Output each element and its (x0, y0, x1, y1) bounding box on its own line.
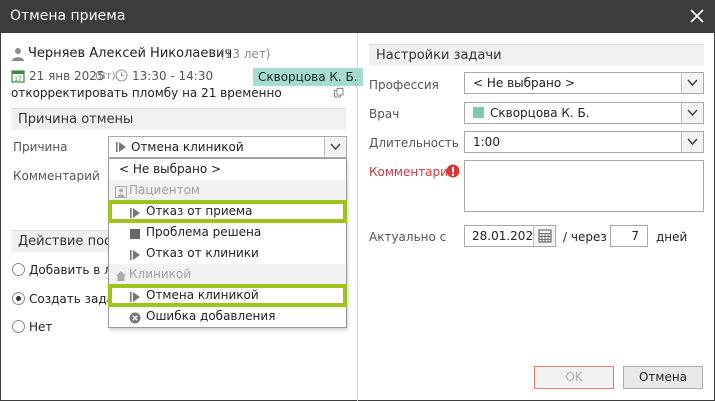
profession-label: Профессия (369, 78, 439, 92)
duration-label: Длительность (369, 136, 459, 150)
dropdown-item-solved[interactable]: Проблема решена (109, 222, 346, 243)
profession-value: < Не выбрано > (473, 76, 576, 90)
dropdown-item-solved-label: Проблема решена (146, 225, 262, 239)
dropdown-item-add-error-label: Ошибка добавления (146, 309, 276, 323)
cancel-section-header: Причина отмены (11, 108, 346, 130)
chevron-down-icon[interactable] (681, 103, 703, 123)
ok-button[interactable]: OK (534, 366, 614, 389)
calendar-picker-icon[interactable] (533, 226, 555, 246)
days-label: дней (656, 230, 688, 244)
title-bar: Отмена приема (0, 0, 715, 33)
radio-none[interactable] (12, 320, 25, 333)
after-days-input[interactable]: 7 (610, 225, 648, 247)
dropdown-item-clinic-refuse[interactable]: Отказ от клиники (109, 243, 346, 264)
clock-icon (115, 69, 128, 85)
panel-divider (357, 33, 358, 401)
comment-label: Комментарий (13, 169, 100, 183)
appointment-note: откорректировать пломбу на 21 временно (11, 86, 282, 100)
dropdown-group-patient: Пациентом (109, 180, 346, 201)
dropdown-item-clinic-refuse-label: Отказ от клиники (146, 246, 259, 260)
chevron-down-icon[interactable] (324, 137, 346, 157)
radio-create-task[interactable] (12, 292, 25, 305)
appointment-date: 21 янв 2025 (29, 69, 105, 83)
doctor-label: Врач (369, 107, 400, 121)
doctor-color-swatch (473, 107, 484, 118)
dropdown-group-patient-label: Пациентом (129, 183, 200, 197)
required-warning-icon (446, 164, 460, 181)
dropdown-item-clinic-cancel[interactable]: Отмена клиникой (108, 284, 347, 307)
radio-add-to-list-label: Добавить в ли (29, 263, 120, 277)
radio-add-to-list[interactable] (12, 263, 25, 276)
error-circle-icon (129, 310, 141, 330)
reason-label: Причина (13, 140, 68, 154)
dropdown-item-add-error[interactable]: Ошибка добавления (109, 306, 346, 327)
after-label: / через (563, 230, 607, 244)
doctor-select[interactable]: Скворцова К. Б. (464, 102, 704, 124)
after-days-value: 7 (631, 229, 639, 243)
dropdown-item-none-label: < Не выбрано > (119, 162, 222, 176)
reason-select[interactable]: Отмена клиникой (108, 136, 347, 158)
task-comment-label: Комментарий (369, 165, 456, 179)
appointment-weekday: (Вт) (95, 71, 116, 82)
task-comment-input[interactable] (464, 160, 704, 212)
calendar-icon: 17 (11, 69, 25, 86)
appointment-time: 13:30 - 14:30 (132, 69, 214, 83)
dropdown-group-clinic-label: Клиникой (129, 267, 192, 281)
chevron-down-icon[interactable] (681, 132, 703, 152)
radio-none-label: Нет (29, 320, 53, 334)
cancel-button[interactable]: Отмена (623, 366, 703, 389)
copy-icon[interactable] (334, 87, 344, 101)
patient-age: (13 лет) (220, 47, 271, 61)
dropdown-item-clinic-cancel-label: Отмена клиникой (146, 288, 259, 302)
valid-from-label: Актуально с (369, 230, 447, 244)
valid-date-value: 28.01.2025 (472, 229, 541, 243)
play-icon (115, 141, 127, 156)
chevron-down-icon[interactable] (681, 73, 703, 93)
person-icon (11, 47, 25, 64)
doctor-value-wrap: Скворцова К. Б. (473, 106, 590, 120)
duration-select[interactable]: 1:00 (464, 131, 704, 153)
svg-text:17: 17 (14, 76, 22, 83)
dropdown-item-none[interactable]: < Не выбрано > (109, 159, 346, 180)
reason-value: Отмена клиникой (131, 140, 244, 154)
duration-value: 1:00 (473, 135, 500, 149)
valid-date-input[interactable]: 28.01.2025 (464, 225, 556, 247)
dropdown-item-refuse-label: Отказ от приема (146, 204, 253, 218)
close-icon[interactable] (687, 6, 707, 26)
dropdown-item-refuse[interactable]: Отказ от приема (108, 200, 347, 223)
window-title: Отмена приема (10, 8, 126, 24)
profession-select[interactable]: < Не выбрано > (464, 72, 704, 94)
doctor-badge: Скворцова К. Б. (253, 68, 363, 86)
dropdown-group-clinic: Клиникой (109, 264, 346, 285)
doctor-value: Скворцова К. Б. (490, 106, 590, 120)
reason-dropdown-list: < Не выбрано > Пациентом Отказ от приема… (108, 158, 347, 328)
task-settings-header: Настройки задачи (369, 44, 704, 66)
patient-name: Черняев Алексей Николаевич (28, 46, 233, 61)
